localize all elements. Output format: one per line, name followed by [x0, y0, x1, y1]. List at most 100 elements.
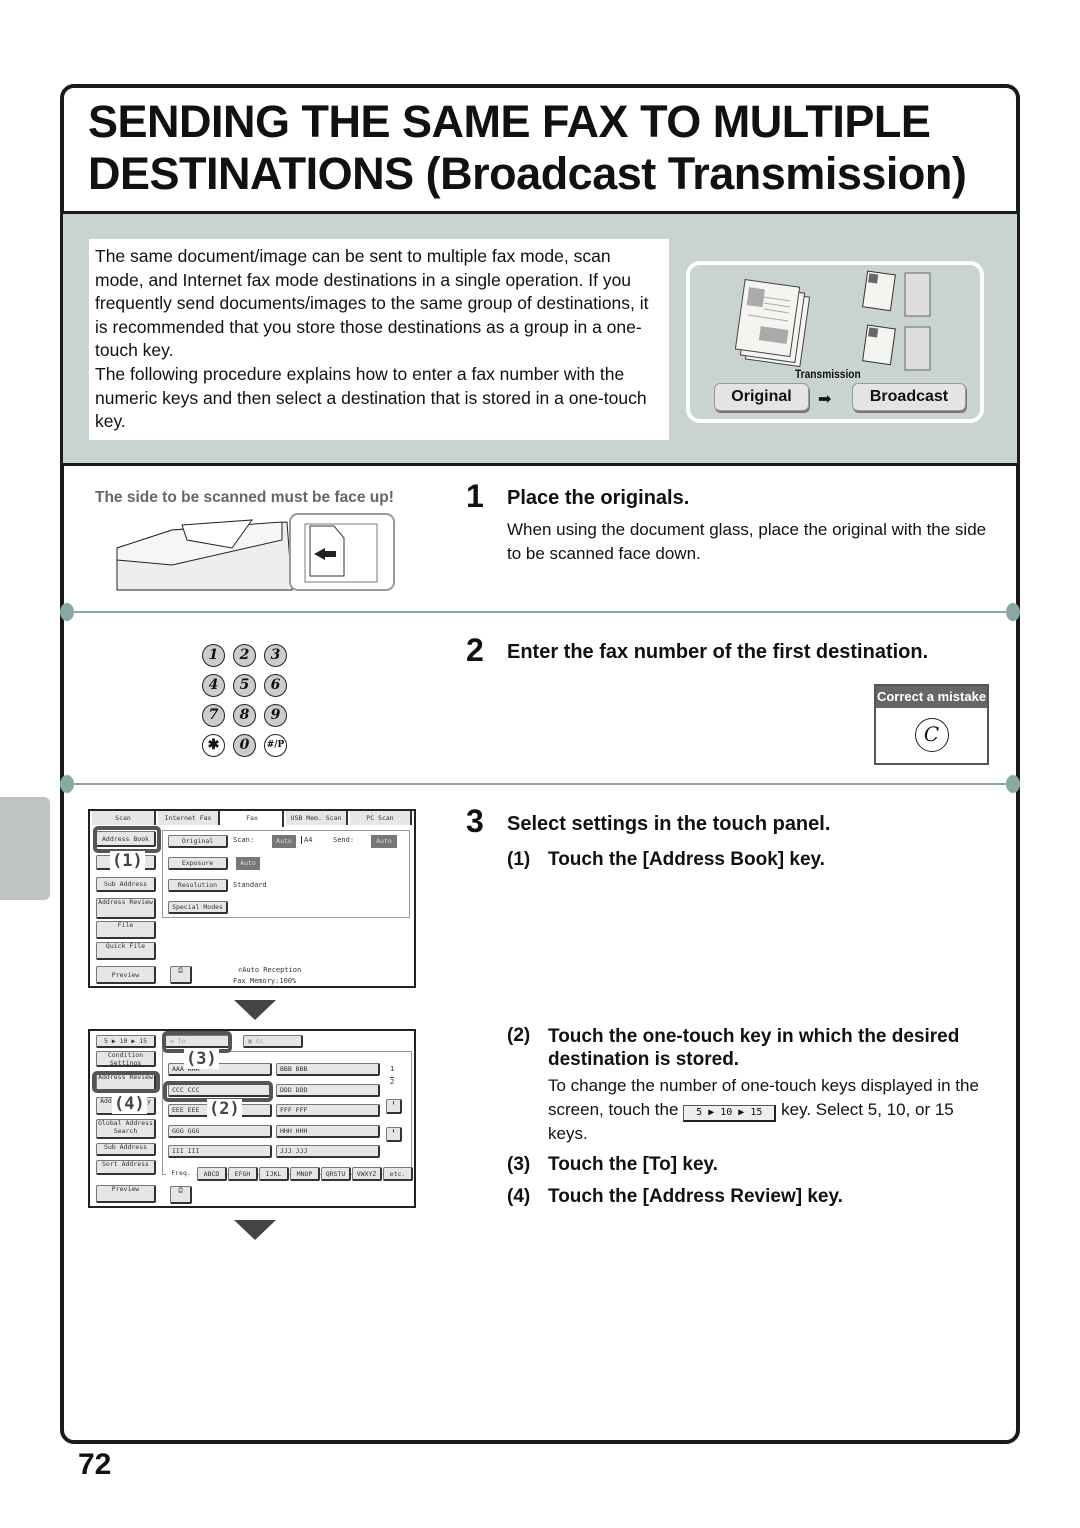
panel-left-button[interactable]: Global Address Search: [96, 1119, 156, 1139]
send-auto-value: Auto: [371, 835, 397, 848]
paper-size-value: A4: [301, 836, 312, 844]
intro-paragraph-1: The same document/image can be sent to m…: [95, 246, 649, 361]
numeric-key[interactable]: 3: [264, 644, 287, 667]
highlight-address-review: [92, 1071, 160, 1093]
arrow-down-icon: [234, 1000, 276, 1020]
index-tab[interactable]: etc.: [383, 1167, 413, 1181]
substep-3-number: (3): [507, 1154, 531, 1175]
numeric-key[interactable]: ✱: [202, 734, 225, 757]
quick-file-button[interactable]: Quick File: [96, 942, 156, 960]
substep-4-number: (4): [507, 1186, 531, 1207]
transmission-label: Transmission: [795, 367, 861, 381]
substep-3-text: Touch the [To] key.: [548, 1154, 718, 1175]
exposure-button[interactable]: Exposure: [168, 857, 228, 870]
panel-left-button[interactable]: Preview: [96, 1185, 156, 1203]
original-label: Original: [714, 383, 809, 411]
job-status-icon[interactable]: ⎙: [170, 1186, 192, 1204]
numeric-key[interactable]: 4: [202, 674, 225, 697]
page-number: 72: [78, 1448, 112, 1481]
sub-address-button[interactable]: Sub Address: [96, 877, 156, 892]
one-touch-key[interactable]: JJJ JJJ: [276, 1145, 380, 1158]
index-tab[interactable]: Freq.: [166, 1167, 196, 1181]
index-tab[interactable]: EFGH: [228, 1167, 258, 1181]
substep-2-number: (2): [507, 1025, 531, 1046]
step-1-body: When using the document glass, place the…: [507, 520, 987, 563]
file-button[interactable]: File: [96, 921, 156, 939]
exposure-auto-value: Auto: [236, 857, 260, 870]
title-line-1: SENDING THE SAME FAX TO MULTIPLE: [88, 96, 931, 147]
title-line-2: DESTINATIONS (Broadcast Transmission): [88, 148, 967, 199]
highlight-address-book: [93, 826, 161, 853]
one-touch-key[interactable]: HHH HHH: [276, 1124, 380, 1138]
divider-dot: [60, 775, 74, 793]
panel-left-button[interactable]: Sort Address: [96, 1160, 156, 1175]
tab-internet-fax[interactable]: Internet Fax: [158, 811, 220, 825]
callout-3: (3): [184, 1049, 219, 1069]
page-total: 2: [390, 1077, 395, 1086]
scroll-up-button[interactable]: ⬆: [386, 1099, 402, 1114]
cc-button[interactable]: ▣ Cc: [243, 1035, 303, 1048]
one-touch-key[interactable]: DDD DDD: [276, 1083, 380, 1097]
numeric-key[interactable]: #/P: [264, 734, 287, 757]
send-label: Send:: [333, 836, 355, 844]
key-count-button[interactable]: 5 ▶ 10 ▶ 15: [96, 1035, 156, 1048]
index-tab[interactable]: ABCD: [197, 1167, 227, 1181]
substep-2-text: Touch the one-touch key in which the des…: [548, 1026, 960, 1070]
one-touch-key[interactable]: III III: [168, 1145, 272, 1158]
step-divider: [66, 783, 1014, 785]
divider-dot: [1006, 775, 1020, 793]
panel-left-button[interactable]: Sub Address: [96, 1143, 156, 1156]
tab-fax[interactable]: Fax: [222, 811, 284, 827]
correct-mistake-label: Correct a mistake: [876, 686, 987, 708]
substep-2-body: To change the number of one-touch keys d…: [548, 1074, 988, 1145]
scan-auto-value: Auto: [272, 835, 296, 848]
numeric-key[interactable]: 7: [202, 704, 225, 727]
key-count-button: 5 ▶ 10 ▶ 15: [683, 1104, 777, 1122]
fax-memory-status: Fax Memory:100%: [233, 977, 297, 985]
numeric-key[interactable]: 0: [233, 734, 256, 757]
panel-left-button[interactable]: Condition Settings: [96, 1051, 156, 1067]
index-tab[interactable]: VWXYZ: [352, 1167, 382, 1181]
chapter-tab: [0, 797, 50, 900]
step-2-heading: Enter the fax number of the first destin…: [507, 641, 929, 663]
numeric-key[interactable]: 5: [233, 674, 256, 697]
address-book-panel: 5 ▶ 10 ▶ 15 ✉ To ▣ Cc Condition Settings…: [88, 1029, 416, 1208]
substep-1-number: (1): [507, 849, 531, 870]
one-touch-key[interactable]: GGG GGG: [168, 1124, 272, 1138]
correct-mistake-box: Correct a mistake C: [874, 684, 989, 765]
job-status-icon[interactable]: ⎙: [170, 966, 192, 984]
numeric-key[interactable]: 6: [264, 674, 287, 697]
one-touch-key[interactable]: FFF FFF: [276, 1104, 380, 1117]
scroll-down-button[interactable]: ⬇: [386, 1127, 402, 1142]
address-review-button[interactable]: Address Review: [96, 898, 156, 919]
numeric-key[interactable]: 2: [233, 644, 256, 667]
index-tab[interactable]: IJKL: [259, 1167, 289, 1181]
clear-key-c[interactable]: C: [914, 718, 949, 752]
index-tab[interactable]: MNOP: [290, 1167, 320, 1181]
intro-paragraph-2: The following procedure explains how to …: [95, 363, 647, 432]
step-divider: [66, 611, 1014, 613]
index-tab[interactable]: QRSTU: [321, 1167, 351, 1181]
divider-dot: [1006, 603, 1020, 621]
intro-text: The same document/image can be sent to m…: [89, 239, 669, 440]
preview-button[interactable]: Preview: [96, 966, 156, 984]
document-feeder-illustration: [116, 513, 395, 591]
arrow-down-icon: [234, 1220, 276, 1240]
fax-touch-panel: Scan Internet Fax Fax USB Mem. Scan PC S…: [88, 809, 416, 988]
numeric-key[interactable]: 1: [202, 644, 225, 667]
tab-pc-scan[interactable]: PC Scan: [350, 811, 412, 825]
step-2-number: 2: [466, 632, 484, 668]
numeric-key[interactable]: 8: [233, 704, 256, 727]
tab-scan[interactable]: Scan: [92, 811, 156, 825]
callout-1: (1): [110, 851, 145, 871]
resolution-button[interactable]: Resolution: [168, 879, 228, 892]
special-modes-button[interactable]: Special Modes: [168, 901, 228, 914]
numeric-key[interactable]: 9: [264, 704, 287, 727]
substep-1-text: Touch the [Address Book] key.: [548, 849, 825, 870]
original-button[interactable]: Original: [168, 835, 228, 848]
arrow-right-icon: ➡: [818, 391, 832, 408]
callout-2: (2): [207, 1099, 242, 1119]
tab-usb-mem-scan[interactable]: USB Mem. Scan: [286, 811, 348, 825]
one-touch-key[interactable]: BBB BBB: [276, 1063, 380, 1076]
substep-4-text: Touch the [Address Review] key.: [548, 1186, 843, 1207]
